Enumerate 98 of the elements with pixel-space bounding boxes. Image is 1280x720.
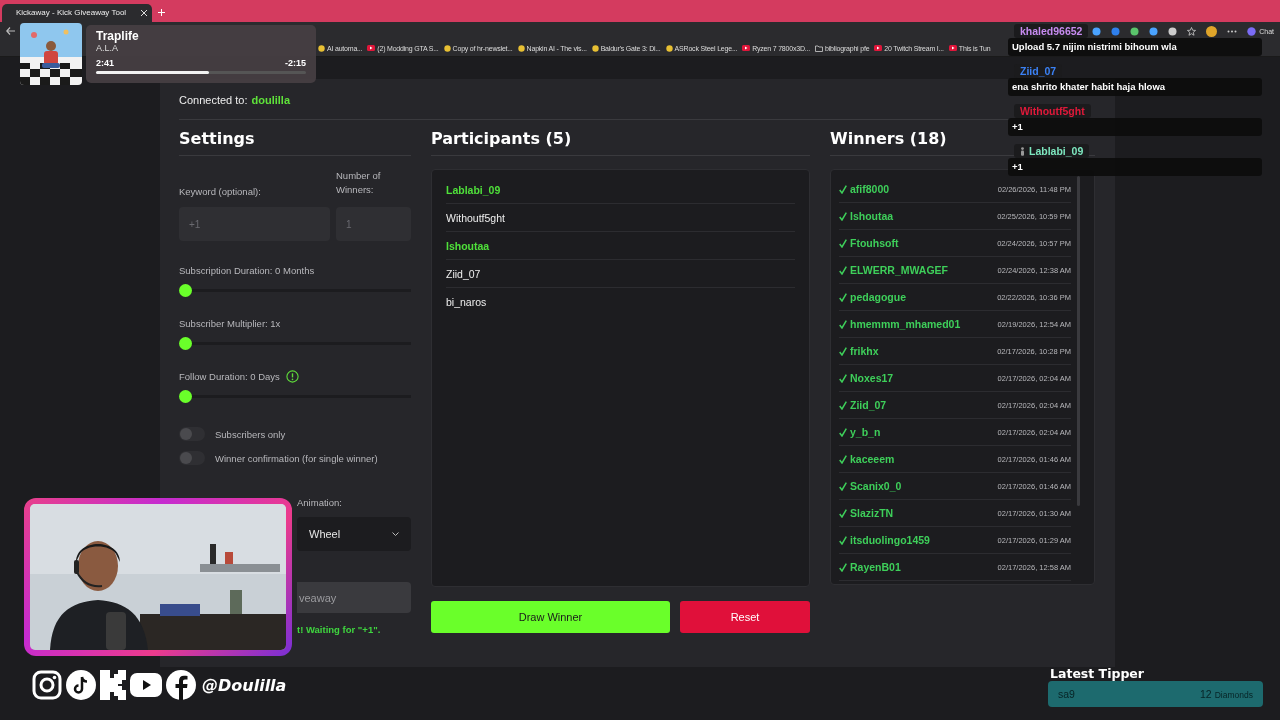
check-icon [839,562,847,572]
folder-icon [815,44,824,52]
winner-name: pedagogue [850,291,906,303]
profile-avatar-icon[interactable] [1206,25,1218,37]
winner-name: SlazizTN [850,507,894,519]
browser-tab[interactable]: Kickaway - Kick Giveaway Tool [2,4,152,22]
participant-name: Ishoutaa [446,239,490,252]
slider-thumb[interactable] [179,337,192,350]
song-artist: A.L.A [96,43,119,53]
slider-label: Follow Duration: 0 Days [179,371,280,382]
new-tab-icon[interactable] [158,9,165,16]
toggle-label: Winner confirmation (for single winner) [215,452,378,464]
winner-name: Scanix0_0 [850,480,902,492]
facebook-icon[interactable] [166,670,196,700]
section-heading: Participants (5) [431,129,810,156]
chat-username: Lablabi_09 [1014,144,1090,158]
channel-name: doulilla [251,94,290,106]
participant-name: Withoutf5ght [446,211,505,224]
tip-amount: 12 [1200,688,1212,700]
social-handle: @Doulilla [202,675,287,695]
video-favicon-icon [874,45,883,51]
chat-message: ena shrito khater habit haja hlowa [1008,78,1262,96]
info-icon[interactable] [285,370,299,383]
check-icon [839,481,847,491]
song-title: Traplife [96,29,140,43]
animation-select[interactable]: Wheel [297,517,411,551]
slider-thumb[interactable] [179,390,192,403]
winner-name: Ziid_07 [850,399,887,411]
status-text: t! Waiting for "+1". [297,624,382,635]
winner-name: itsduolingo1459 [850,534,930,546]
chat-username: Withoutf5ght [1014,104,1091,118]
close-icon[interactable] [141,10,147,16]
chat-message: +1 [1008,118,1262,136]
check-icon [839,400,847,410]
video-favicon-icon [742,45,751,51]
toggle-switch[interactable] [179,427,205,441]
field-label: Animation: [297,497,343,508]
reset-button[interactable]: Reset [680,601,810,633]
winner-name: kaceeem [850,453,895,465]
tipper-heading: Latest Tipper [1050,666,1145,681]
keyword-input[interactable]: +1 [179,207,330,241]
favicon-icon [591,44,599,52]
check-icon [839,184,847,194]
field-label: Keyword (optional): [179,186,262,197]
chat-message: +1 [1008,158,1262,176]
check-icon [839,508,847,518]
slider-thumb[interactable] [179,284,192,297]
remaining-time: -2:15 [285,58,306,68]
start-button[interactable]: veaway [297,582,411,613]
chat-message: Upload 5.7 nijim nistrimi bihoum wla [1008,38,1262,56]
check-icon [839,238,847,248]
youtube-icon[interactable] [130,673,162,697]
winner-name: afif8000 [850,183,890,195]
menu-icon[interactable] [1227,29,1238,33]
tiktok-icon[interactable] [66,670,96,700]
favicon-icon [443,44,451,52]
winner-name: RayenB01 [850,561,901,573]
back-icon[interactable] [6,27,15,35]
connection-label: Connected to: [179,94,248,106]
draw-winner-button[interactable]: Draw Winner [431,601,670,633]
winner-name: hmemmm_mhamed01 [850,318,961,330]
check-icon [839,211,847,221]
check-icon [839,265,847,275]
check-icon [839,319,847,329]
check-icon [839,454,847,464]
participant-name: bi_naros [446,295,487,308]
winner-name: Noxes17 [850,372,894,384]
winner-name: Ishoutaa [850,210,894,222]
toggle-switch[interactable] [179,451,205,465]
favicon-icon [318,44,325,52]
participant-name: Ziid_07 [446,267,481,280]
kick-icon[interactable] [100,670,126,700]
chat-username: khaled96652 [1014,24,1089,38]
tip-unit: Diamonds [1214,690,1253,700]
slider-label: Subscriber Multiplier: 1x [179,318,281,329]
chevron-down-icon [392,532,399,536]
instagram-icon[interactable] [32,670,62,700]
check-icon [839,427,847,437]
slider-label: Subscription Duration: 0 Months [179,265,315,276]
winner-name: Ftouhsoft [850,237,899,249]
field-label: Number of Winners: [336,169,382,197]
tipper-name: sa9 [1058,688,1075,700]
video-favicon-icon [367,45,376,51]
check-icon [839,535,847,545]
video-favicon-icon [948,45,957,51]
check-icon [839,292,847,302]
elapsed-time: 2:41 [96,58,114,68]
participant-name: Lablabi_09 [446,183,501,196]
section-heading: Settings [179,129,411,156]
toggle-label: Subscribers only [215,428,286,440]
winner-name: frikhx [850,345,879,357]
favicon-icon [665,44,673,52]
check-icon [839,346,847,356]
star-icon[interactable] [1187,26,1197,36]
check-icon [839,373,847,383]
winner-name: y_b_n [850,426,881,438]
winner-name: ELWERR_MWAGEF [850,264,948,276]
favicon-icon [517,44,525,52]
